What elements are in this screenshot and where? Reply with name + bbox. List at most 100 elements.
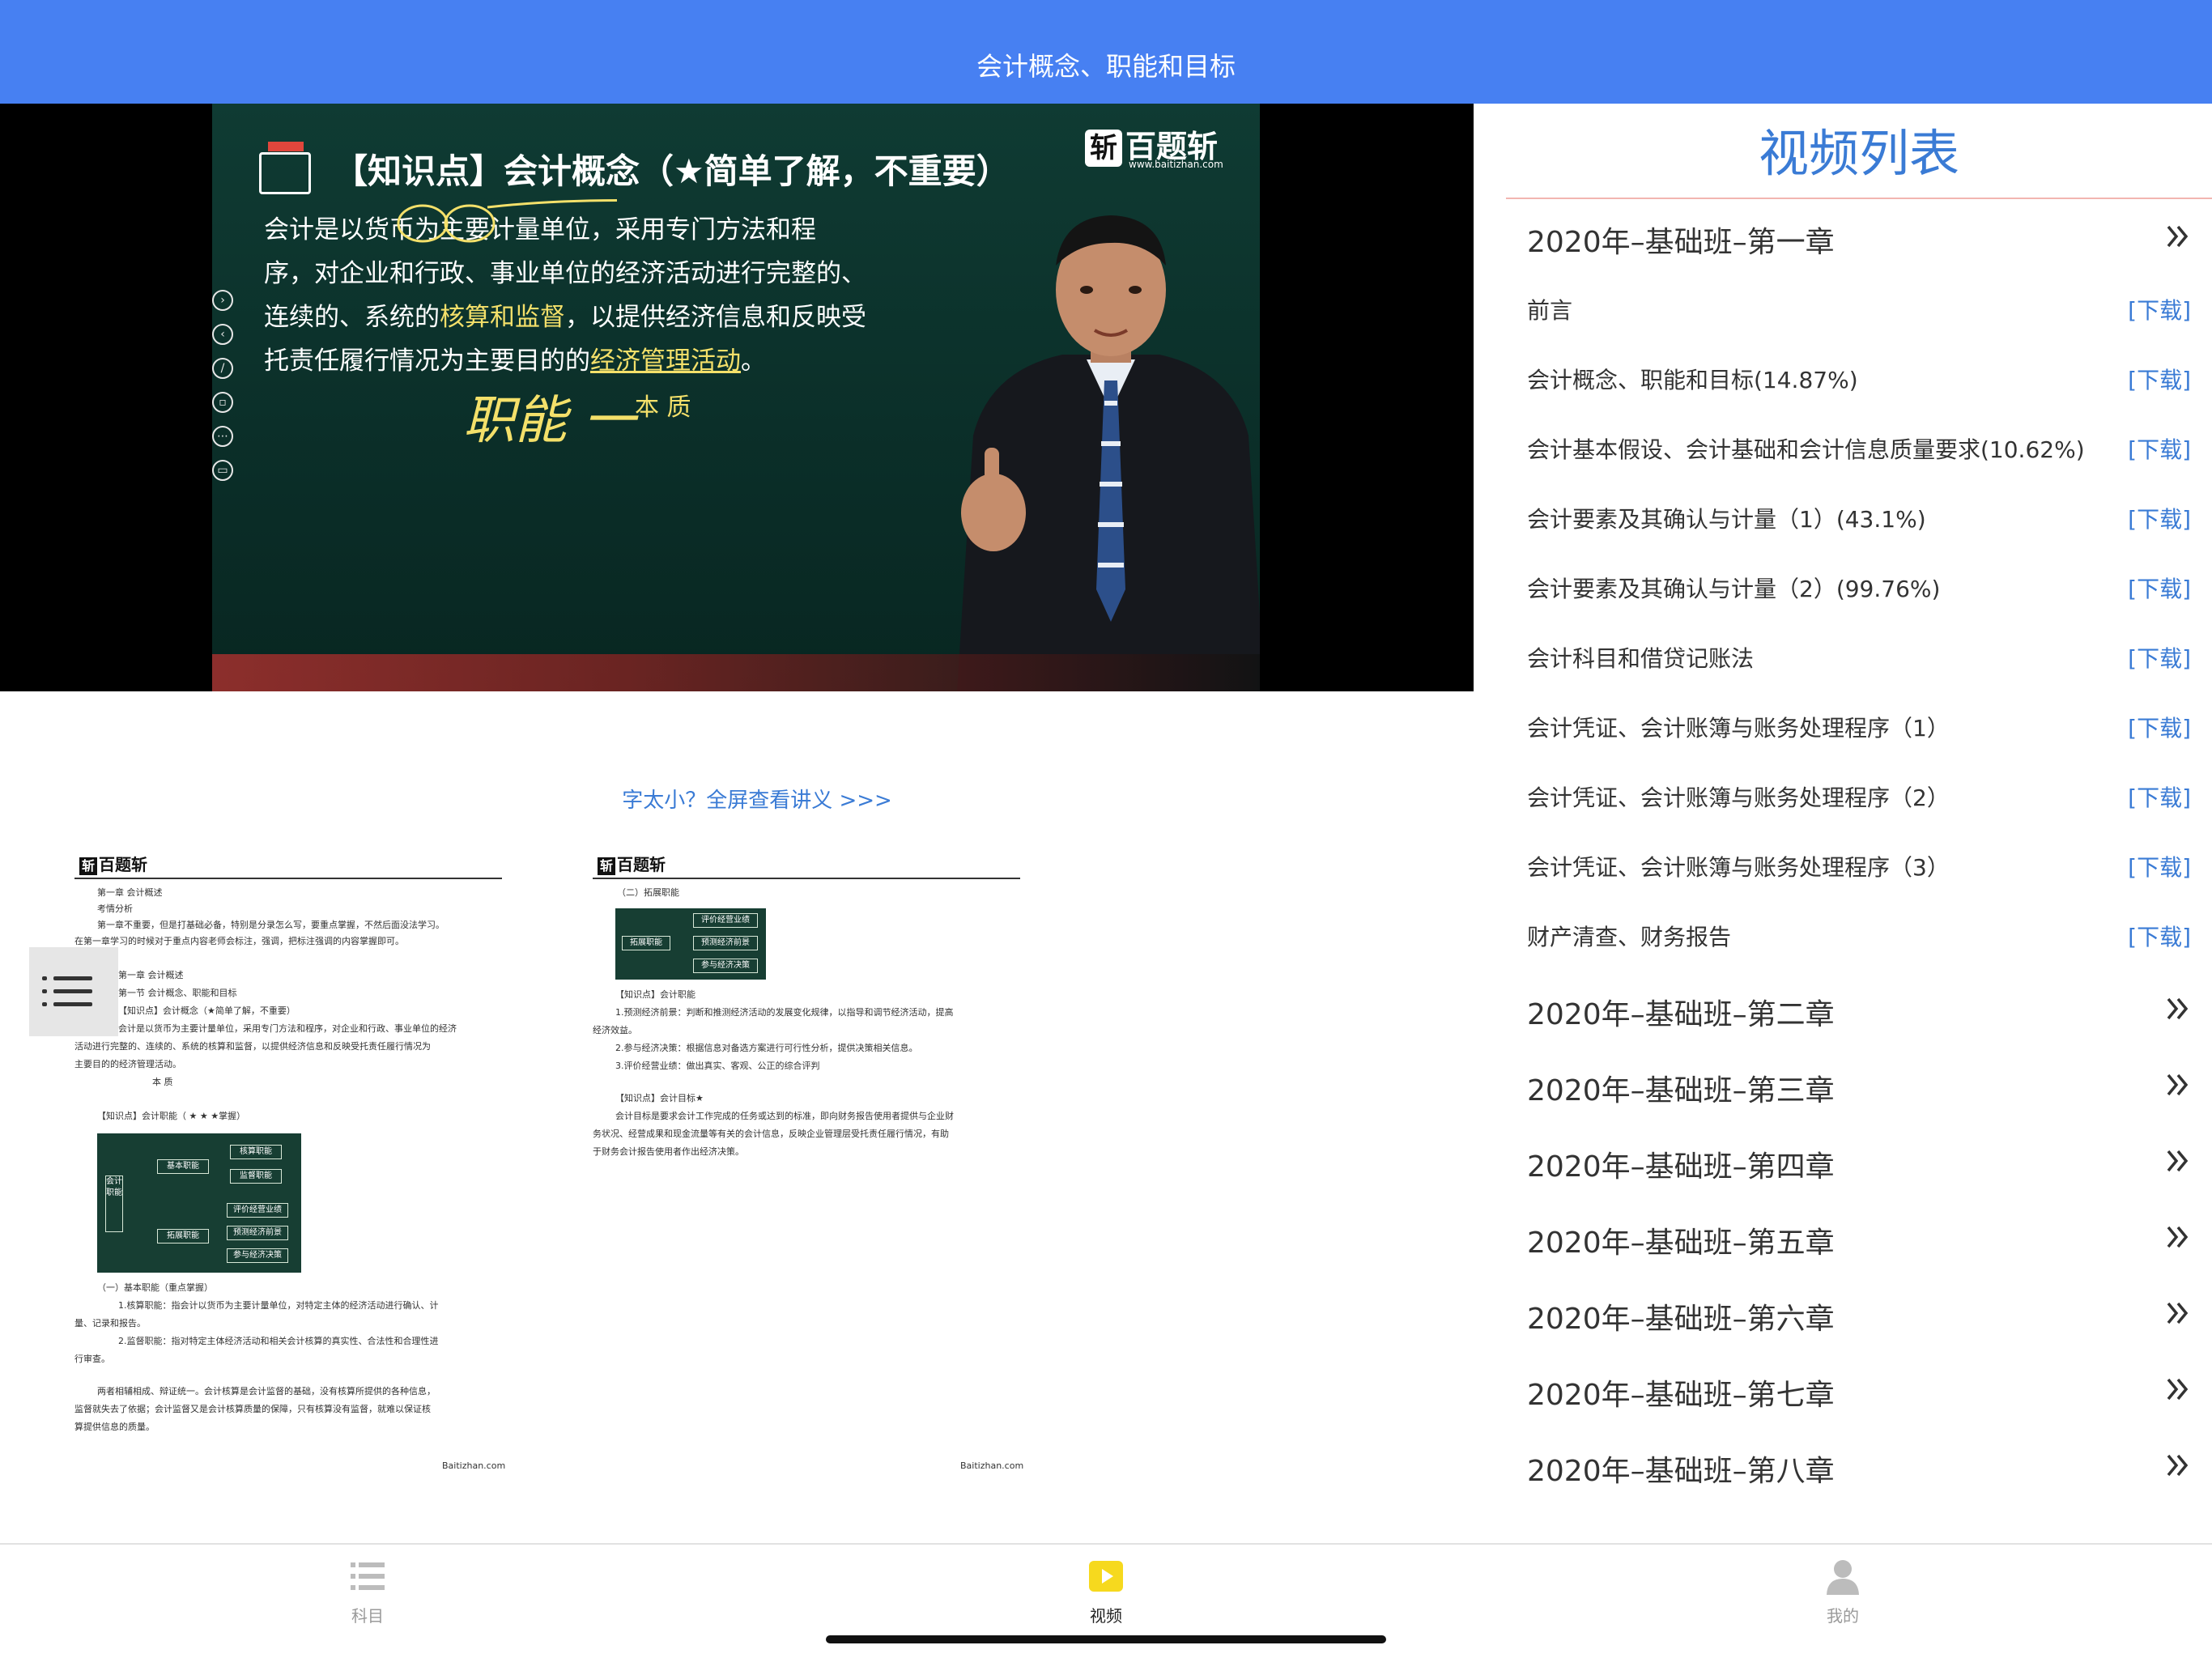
- chapter-row[interactable]: 2020年–基础班–第二章: [1527, 991, 2191, 1031]
- divider: [1506, 198, 2212, 199]
- diagram-node: 会计职能: [105, 1175, 123, 1232]
- tab-label: 科目: [351, 1606, 384, 1626]
- handout-line: 第一章不重要，但是打基础必备，特别是分录怎么写，要重点掌握，不然后面没法学习。: [97, 920, 445, 930]
- handout-line: 【知识点】会计职能（ ★ ★ ★掌握）: [97, 1111, 246, 1121]
- double-chevron-right-icon: [2167, 1378, 2189, 1401]
- lesson-row[interactable]: 前言 [下载]: [1527, 293, 2191, 325]
- handout-line: 主要目的的经济管理活动。: [74, 1059, 181, 1069]
- handout-line: 监督就失去了依据；会计监督又是会计核算质量的保障，只有核算没有监督，就难以保证核: [74, 1404, 431, 1414]
- back-icon[interactable]: ‹: [212, 324, 233, 345]
- menu-icon: [42, 976, 92, 980]
- download-link[interactable]: [下载]: [2128, 711, 2191, 743]
- chapter-label: 2020年–基础班–第一章: [1527, 226, 1835, 259]
- chapter-row[interactable]: 2020年–基础班–第一章: [1527, 219, 2191, 259]
- download-link[interactable]: [下载]: [2128, 293, 2191, 325]
- panel-title: 视频列表: [1758, 124, 1959, 183]
- video-line: 连续的、系统的核算和监督，以提供经济信息和反映受: [264, 303, 866, 332]
- download-link[interactable]: [下载]: [2128, 363, 2191, 395]
- lesson-row[interactable]: 会计凭证、会计账簿与账务处理程序（3） [下载]: [1527, 850, 2191, 882]
- handout-page-2[interactable]: 斩百题斩 （二）拓展职能 拓展职能 评价经营业绩 预测经济前景 参与经济决策 【…: [593, 842, 1030, 1482]
- annotation-note: 本 质: [635, 393, 691, 422]
- handout-line: 考情分析: [97, 903, 133, 914]
- frame-strip: [212, 654, 1260, 691]
- download-link[interactable]: [下载]: [2128, 502, 2191, 534]
- list-icon: [351, 1562, 385, 1590]
- diagram-node: 预测经济前景: [693, 936, 758, 950]
- diagram-node: 监督职能: [230, 1169, 282, 1184]
- divider: [74, 878, 502, 879]
- lesson-row[interactable]: 会计凭证、会计账簿与账务处理程序（1） [下载]: [1527, 711, 2191, 743]
- diagram-node: 评价经营业绩: [227, 1203, 288, 1218]
- double-chevron-right-icon: [2167, 1302, 2189, 1324]
- handout-page-1[interactable]: 斩百题斩 第一章 会计概述 考情分析 第一章不重要，但是打基础必备，特别是分录怎…: [74, 842, 512, 1482]
- download-link[interactable]: [下载]: [2128, 641, 2191, 674]
- more-icon[interactable]: ⋯: [212, 426, 233, 447]
- double-chevron-right-icon: [2167, 997, 2189, 1020]
- lesson-row[interactable]: 会计要素及其确认与计量（1）(43.1%) [下载]: [1527, 502, 2191, 534]
- outline-menu-button[interactable]: [29, 947, 118, 1036]
- handout-line: 2.监督职能：指对特定主体经济活动和相关会计核算的真实性、合法性和合理性进: [118, 1336, 439, 1346]
- chapter-row[interactable]: 2020年–基础班–第三章: [1527, 1067, 2191, 1107]
- handout-line: 会计是以货币为主要计量单位，采用专门方法和程序，对企业和行政、事业单位的经济: [118, 1023, 457, 1034]
- handout-line: 量、记录和报告。: [74, 1318, 146, 1329]
- lecturer-figure: [957, 215, 1260, 691]
- person-icon: [1827, 1560, 1859, 1595]
- tab-video[interactable]: 视频: [1057, 1558, 1155, 1626]
- chapter-row[interactable]: 2020年–基础班–第四章: [1527, 1143, 2191, 1184]
- divider: [593, 878, 1020, 879]
- eraser-icon[interactable]: ▫: [212, 392, 233, 413]
- video-line: 托责任履行情况为主要目的的经济管理活动。: [264, 346, 766, 376]
- handout-line: 会计目标是要求会计工作完成的任务或达到的标准，即向财务报告使用者提供与企业财: [615, 1111, 954, 1121]
- download-link[interactable]: [下载]: [2128, 780, 2191, 813]
- handout-line: 1.预测经济前景：判断和推测经济活动的发展变化规律，以指导和调节经济活动，提高: [615, 1007, 954, 1018]
- handout-line: 【知识点】会计概念（★简单了解，不重要）: [118, 1005, 296, 1016]
- double-chevron-right-icon: [2167, 1073, 2189, 1096]
- double-chevron-right-icon: [2167, 1226, 2189, 1248]
- handout-line: 第一章 会计概述: [97, 887, 163, 898]
- handout-line: 第一章 会计概述: [118, 970, 184, 980]
- menu-icon: [42, 989, 92, 993]
- tab-label: 我的: [1827, 1606, 1859, 1626]
- handout-line: 算提供信息的质量。: [74, 1422, 155, 1432]
- lesson-row[interactable]: 财产清查、财务报告 [下载]: [1527, 920, 2191, 952]
- home-indicator: [826, 1635, 1386, 1643]
- screen-icon[interactable]: ▭: [212, 460, 233, 481]
- menu-icon: [42, 1002, 92, 1006]
- download-link[interactable]: [下载]: [2128, 850, 2191, 882]
- diagram-node: 评价经营业绩: [693, 913, 758, 928]
- lesson-row[interactable]: 会计概念、职能和目标(14.87%) [下载]: [1527, 363, 2191, 395]
- diagram-node: 拓展职能: [622, 936, 670, 950]
- download-link[interactable]: [下载]: [2128, 920, 2191, 952]
- handout-line: （二）拓展职能: [617, 887, 679, 898]
- handout-line: 本 质: [152, 1077, 173, 1087]
- handout-line: 3.评价经营业绩：做出真实、客观、公正的综合评判: [615, 1061, 820, 1071]
- fullscreen-handout-link[interactable]: 字太小？全屏查看讲义 >>>: [0, 784, 1514, 814]
- chapter-row[interactable]: 2020年–基础班–第五章: [1527, 1219, 2191, 1260]
- lesson-row[interactable]: 会计科目和借贷记账法 [下载]: [1527, 641, 2191, 672]
- diagram-node: 预测经济前景: [227, 1226, 288, 1240]
- chapter-row[interactable]: 2020年–基础班–第八章: [1527, 1448, 2191, 1488]
- download-link[interactable]: [下载]: [2128, 572, 2191, 604]
- chapter-row[interactable]: 2020年–基础班–第七章: [1527, 1371, 2191, 1412]
- lesson-row[interactable]: 会计基本假设、会计基础和会计信息质量要求(10.62%) [下载]: [1527, 432, 2191, 463]
- chapter-row[interactable]: 2020年–基础班–第六章: [1527, 1295, 2191, 1336]
- extended-function-diagram: 拓展职能 评价经营业绩 预测经济前景 参与经济决策: [615, 908, 766, 980]
- handout-footer: Baitizhan.com: [960, 1460, 1024, 1471]
- download-link[interactable]: [下载]: [2128, 432, 2191, 465]
- forward-icon[interactable]: ›: [212, 290, 233, 311]
- tab-subjects[interactable]: 科目: [319, 1558, 416, 1626]
- diagram-node: 参与经济决策: [693, 959, 758, 973]
- diagram-node: 基本职能: [157, 1159, 209, 1174]
- page-title: 会计概念、职能和目标: [976, 51, 1236, 82]
- pen-icon[interactable]: /: [212, 358, 233, 379]
- handout-line: 活动进行完整的、连续的、系统的核算和监督，以提供经济信息和反映受托责任履行情况为: [74, 1041, 431, 1052]
- lesson-row[interactable]: 会计凭证、会计账簿与账务处理程序（2） [下载]: [1527, 780, 2191, 813]
- handout-line: 【知识点】会计职能: [615, 989, 696, 1000]
- lesson-row[interactable]: 会计要素及其确认与计量（2）(99.76%) [下载]: [1527, 572, 2191, 604]
- tab-profile[interactable]: 我的: [1794, 1558, 1891, 1626]
- video-player[interactable]: 【知识点】会计概念（★简单了解，不重要） 会计是以货币为主要计量单位，采用专门方…: [0, 104, 1474, 691]
- handout-line: （一）基本职能（重点掌握）: [97, 1282, 213, 1293]
- double-chevron-right-icon: [2167, 1150, 2189, 1172]
- handout-line: 在第一章学习的时候对于重点内容老师会标注，强调，把标注强调的内容掌握即可。: [74, 936, 404, 946]
- handwriting-scrawl: 职能 一: [463, 391, 636, 451]
